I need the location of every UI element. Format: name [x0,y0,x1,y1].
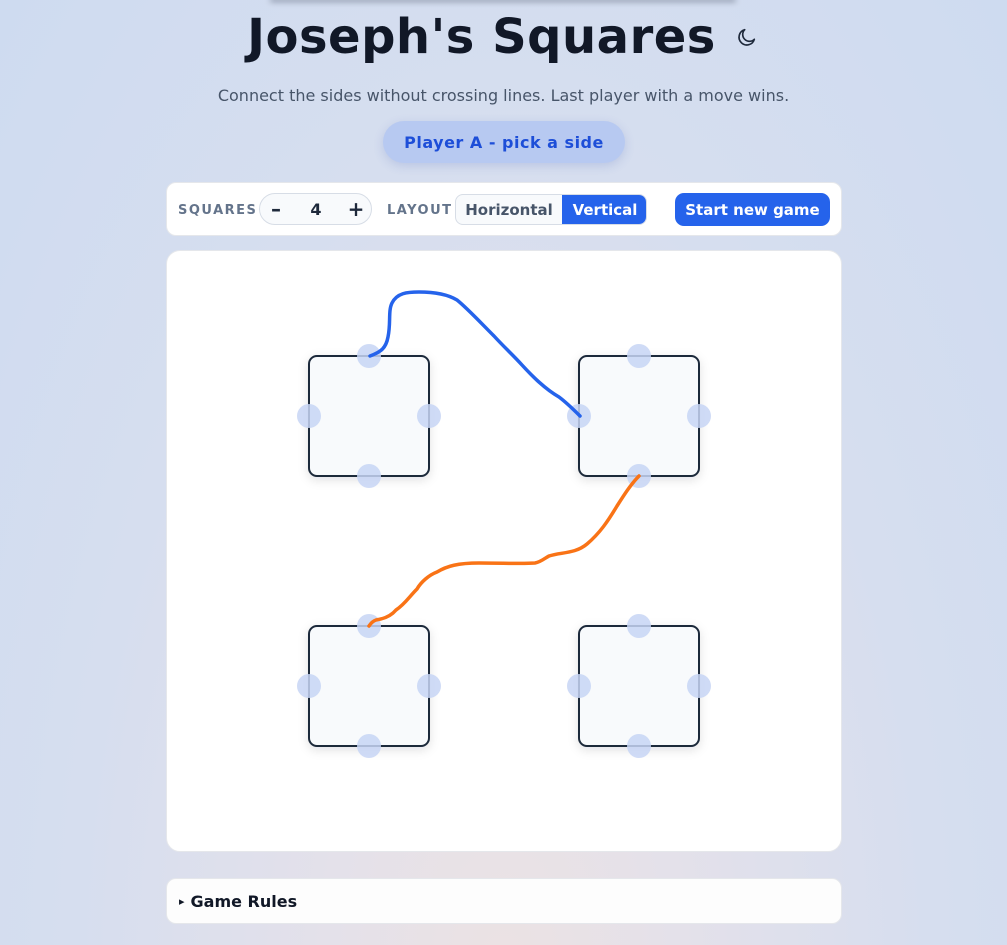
controls-bar: SQUARES – 4 + LAYOUT Horizontal Vertical… [166,182,842,236]
square-4-top-anchor[interactable] [627,614,651,638]
start-new-game-button[interactable]: Start new game [675,193,830,226]
square-3-left-anchor[interactable] [297,674,321,698]
square-2-top-anchor[interactable] [627,344,651,368]
layout-horizontal-button[interactable]: Horizontal [456,195,562,224]
square-3-bottom-anchor[interactable] [357,734,381,758]
square-4 [567,614,711,758]
increment-button[interactable]: + [340,194,372,224]
caret-right-icon: ▸ [179,894,185,908]
square-1-bottom-anchor[interactable] [357,464,381,488]
squares-stepper: – 4 + [259,193,372,225]
theme-toggle-button[interactable] [734,24,760,50]
square-1 [297,344,441,488]
game-board [166,250,842,852]
square-2-right-anchor[interactable] [687,404,711,428]
square-3-right-anchor[interactable] [417,674,441,698]
board-canvas [297,290,711,758]
decrement-button[interactable]: – [260,194,292,224]
page-title: Joseph's Squares [247,9,716,65]
square-2 [567,344,711,488]
square-3 [297,614,441,758]
game-rules-toggle[interactable]: ▸ Game Rules [166,878,842,924]
square-4-left-anchor[interactable] [567,674,591,698]
squares-label: SQUARES [178,203,258,218]
layout-label: LAYOUT [387,203,453,218]
turn-status-badge: Player A - pick a side [383,121,625,163]
square-4-bottom-anchor[interactable] [627,734,651,758]
orange-connection-line [367,474,641,628]
square-1-right-anchor[interactable] [417,404,441,428]
layout-vertical-button[interactable]: Vertical [562,195,646,224]
moon-icon [738,28,756,46]
header: Joseph's Squares [0,6,1007,68]
layout-toggle: Horizontal Vertical [455,194,647,225]
square-1-left-anchor[interactable] [297,404,321,428]
game-rules-label: Game Rules [190,891,298,911]
square-4-right-anchor[interactable] [687,674,711,698]
squares-count: 4 [310,199,322,219]
page-subtitle: Connect the sides without crossing lines… [217,86,790,105]
